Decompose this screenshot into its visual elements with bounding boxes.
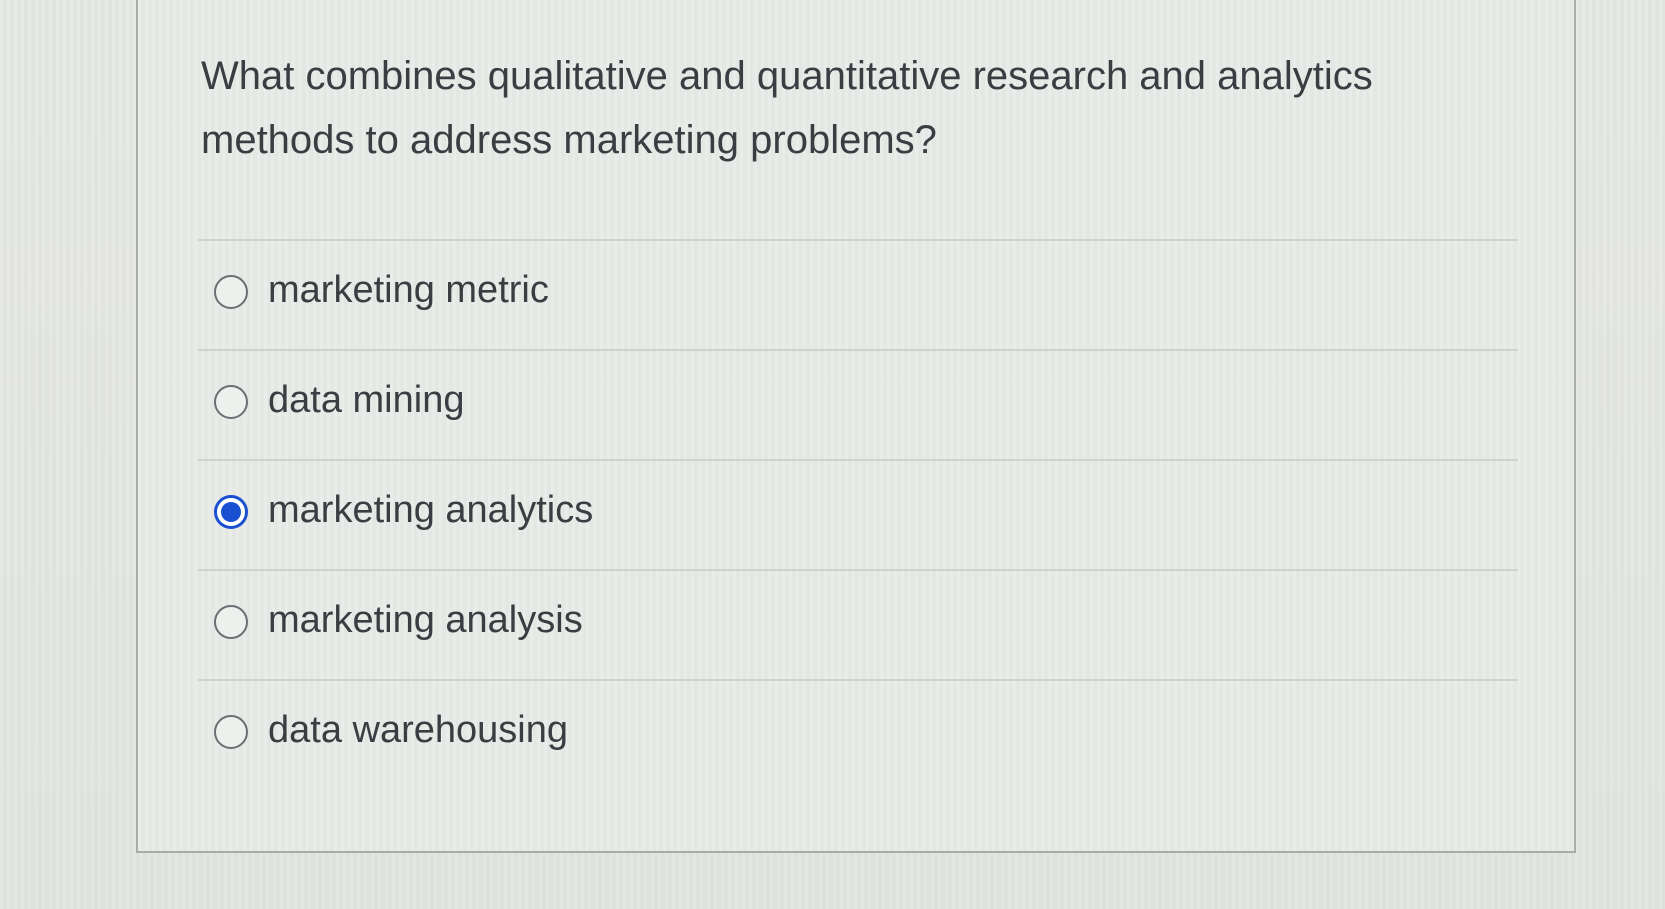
question-text: What combines qualitative and quantitati… [201,54,1373,162]
option-data-warehousing[interactable]: data warehousing [198,679,1518,789]
option-marketing-analytics[interactable]: marketing analytics [198,459,1518,569]
radio-button-selected-icon[interactable] [214,495,248,529]
answer-options: marketing metric data mining marketing a… [198,239,1518,789]
option-data-mining[interactable]: data mining [198,349,1518,459]
option-marketing-metric[interactable]: marketing metric [198,239,1518,349]
option-label: data warehousing [268,709,568,751]
option-label: marketing metric [268,269,549,311]
radio-button-icon[interactable] [214,385,248,419]
radio-button-icon[interactable] [214,715,248,749]
radio-button-icon[interactable] [214,605,248,639]
option-label: data mining [268,379,465,421]
radio-button-icon[interactable] [214,275,248,309]
question-card: What combines qualitative and quantitati… [136,0,1576,853]
option-label: marketing analytics [268,489,594,531]
option-marketing-analysis[interactable]: marketing analysis [198,569,1518,679]
option-label: marketing analysis [268,599,583,641]
